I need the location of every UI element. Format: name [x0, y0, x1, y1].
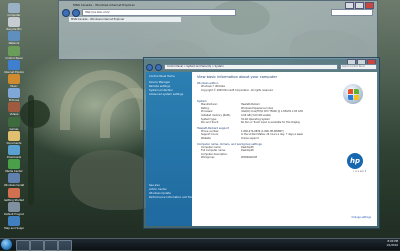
browser-title: MSN Canada - Windows Internet Explorer [73, 3, 135, 7]
start-button[interactable] [1, 239, 12, 250]
forward-button[interactable] [155, 63, 162, 71]
address-bar[interactable]: http://ca.msn.com/ [82, 9, 236, 16]
desktop-icon-image [8, 88, 20, 99]
desktop-icon-image [8, 201, 20, 212]
desktop-icon[interactable]: Music [4, 74, 24, 88]
browser-window-controls [345, 2, 374, 9]
taskbar-explorer-button[interactable] [16, 240, 30, 251]
windows-logo-icon [343, 84, 363, 104]
minimize-button[interactable] [345, 2, 354, 9]
hp-logo-icon: hp [347, 153, 363, 169]
browser-search-input[interactable] [331, 9, 373, 16]
desktop-icon-image [8, 173, 20, 184]
desktop-icon-image [8, 130, 20, 141]
taskbar-ie-button[interactable] [30, 240, 44, 251]
desktop-icon-image [8, 45, 20, 56]
see-also-performance[interactable]: Performance Information and Tools [146, 196, 192, 200]
desktop-icon[interactable]: Media Center [4, 159, 24, 173]
desktop-icon[interactable]: Games [4, 116, 24, 131]
desktop-icon[interactable]: Help and Support [4, 216, 24, 230]
back-button[interactable] [146, 63, 153, 71]
desktop-icon-image [8, 59, 20, 70]
system-info-row: Pen and Touch: No Pen or Touch Input is a… [192, 121, 377, 125]
desktop-icon-image [8, 116, 20, 127]
cp-main-pane: View basic information about your comput… [192, 72, 377, 226]
desktop-icon-image [8, 159, 20, 170]
desktop-icon-image [8, 145, 20, 155]
system-tray-clock[interactable]: 8:00 PM 1/1/2010 [386, 240, 398, 247]
desktop-icon[interactable]: Documents [4, 130, 24, 145]
desktop-icon[interactable]: Getting Started [4, 187, 24, 202]
desktop-icon[interactable]: Default Programs [4, 201, 24, 216]
computer-info-value: WORKGROUP [241, 156, 258, 160]
desktop-icon-image [8, 187, 20, 198]
desktop-icon[interactable]: Recycle Bin [4, 17, 24, 31]
browser-tab[interactable]: MSN Canada - Windows Internet Explorer [69, 17, 181, 22]
desktop-icon[interactable]: Pictures [4, 88, 24, 102]
taskbar-control-panel-button[interactable] [58, 240, 72, 251]
forward-button[interactable] [72, 8, 80, 17]
maximize-button[interactable] [355, 2, 364, 9]
support-info-label: Website: [201, 136, 212, 140]
desktop-icon-image [8, 102, 20, 113]
desktop-icon[interactable]: Control Panel [4, 45, 24, 60]
desktop-icon[interactable]: Videos [4, 102, 24, 116]
system-control-panel-window[interactable]: Control Panel > System and Security > Sy… [143, 57, 380, 229]
browser-window[interactable]: MSN Canada - Windows Internet Explorer h… [58, 0, 378, 60]
desktop-icon[interactable]: Network [4, 31, 24, 45]
browser-navigation-bar: http://ca.msn.com/ [59, 8, 377, 17]
cp-address-bar: Control Panel > System and Security > Sy… [146, 63, 377, 71]
desktop-icon-image [8, 74, 20, 84]
support-info-row: Website: Online support [192, 137, 377, 141]
change-settings-link[interactable]: Change settings [352, 216, 371, 219]
support-info-value: Online support [241, 136, 259, 140]
computer-info-label: Workgroup: [201, 156, 215, 160]
desktop-icon[interactable]: Internet Explorer [4, 59, 24, 74]
desktop-icon[interactable]: Downloads [4, 145, 24, 159]
desktop-icon[interactable]: Windows Update [4, 173, 24, 187]
cp-sidebar: Control Panel Home Device Manager Remote… [146, 72, 192, 226]
desktop-icon-label: Help and Support [4, 227, 24, 230]
desktop-icon-image [8, 216, 20, 226]
desktop-icon-image [8, 3, 20, 13]
desktop-icon-image [8, 31, 20, 42]
system-info-label: Pen and Touch: [201, 121, 220, 125]
cp-search-input[interactable]: Search Control Panel [340, 63, 377, 71]
hp-logo-subtitle: invent [353, 170, 367, 173]
sidebar-item-advanced-settings[interactable]: Advanced system settings [146, 93, 192, 97]
see-also-section: See also Action Center Windows Update Pe… [146, 184, 192, 200]
close-button[interactable] [365, 2, 374, 9]
clock-date: 1/1/2010 [386, 243, 398, 247]
back-button[interactable] [62, 8, 70, 17]
taskbar: 8:00 PM 1/1/2010 [0, 238, 400, 251]
desktop-icon-image [8, 17, 20, 28]
breadcrumb[interactable]: Control Panel > System and Security > Sy… [164, 63, 338, 71]
system-info-value: No Pen or Touch Input is available for t… [241, 121, 301, 125]
computer-info-value: DesktopPC [241, 149, 254, 153]
page-title: View basic information about your comput… [197, 75, 278, 79]
control-panel-home-link[interactable]: Control Panel Home [146, 75, 192, 79]
desktop-icon[interactable]: Computer [4, 3, 24, 17]
taskbar-media-player-button[interactable] [44, 240, 58, 251]
